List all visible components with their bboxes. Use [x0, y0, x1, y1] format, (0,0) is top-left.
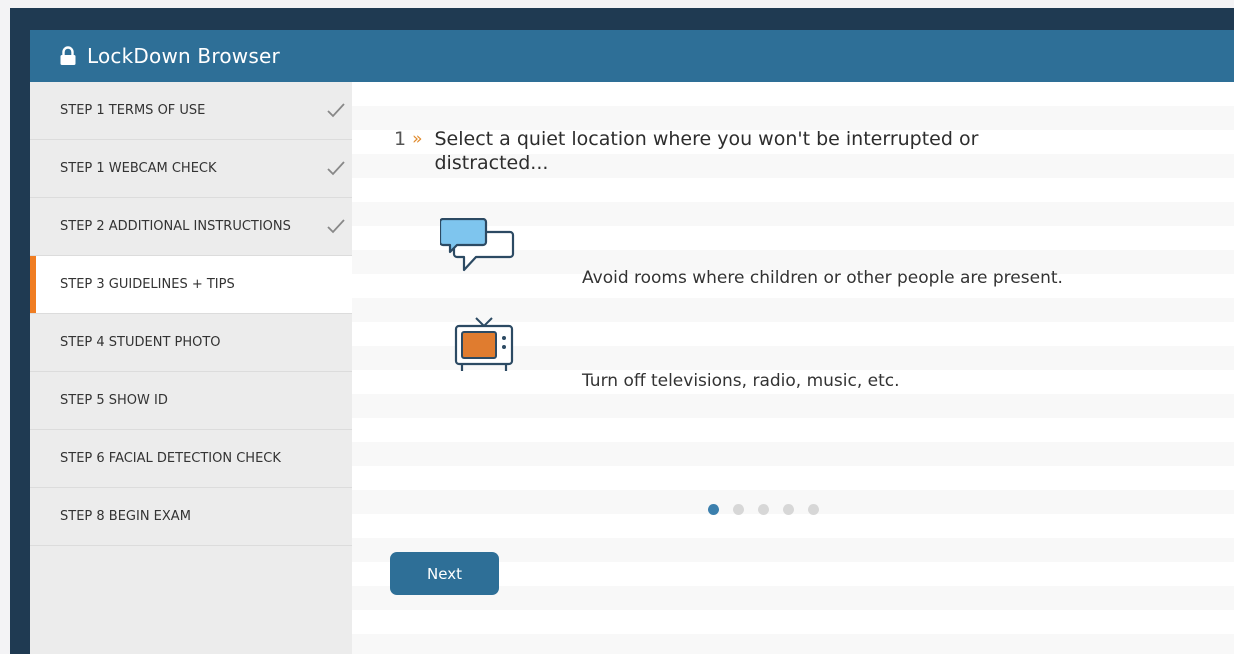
- sidebar-item-webcam-check[interactable]: STEP 1 WEBCAM CHECK: [30, 140, 352, 198]
- sidebar-item-terms-of-use[interactable]: STEP 1 TERMS OF USE: [30, 82, 352, 140]
- lock-icon: [60, 46, 76, 65]
- next-button[interactable]: Next: [390, 552, 499, 595]
- title-bar: LockDown Browser: [30, 30, 1234, 82]
- checkmark-icon: [327, 219, 345, 234]
- sidebar-item-label: STEP 1 WEBCAM CHECK: [60, 161, 217, 176]
- television-icon: [454, 317, 514, 371]
- sidebar-item-show-id[interactable]: STEP 5 SHOW ID: [30, 372, 352, 430]
- instruction-number: 1: [394, 128, 407, 150]
- checkmark-icon: [327, 103, 345, 118]
- lockdown-browser-window: LockDown Browser STEP 1 TERMS OF USE STE…: [30, 30, 1234, 654]
- pagination-dot-4[interactable]: [783, 504, 794, 515]
- steps-sidebar: STEP 1 TERMS OF USE STEP 1 WEBCAM CHECK …: [30, 82, 352, 654]
- carousel-pagination: [708, 504, 833, 515]
- sidebar-item-label: STEP 2 ADDITIONAL INSTRUCTIONS: [60, 219, 291, 234]
- sidebar-item-label: STEP 8 BEGIN EXAM: [60, 509, 191, 524]
- tip-text: Turn off televisions, radio, music, etc.: [582, 371, 900, 391]
- sidebar-item-label: STEP 4 STUDENT PHOTO: [60, 335, 221, 350]
- sidebar-item-label: STEP 1 TERMS OF USE: [60, 103, 206, 118]
- chat-bubbles-icon: [440, 218, 515, 272]
- pagination-dot-5[interactable]: [808, 504, 819, 515]
- main-content: 1 » Select a quiet location where you wo…: [352, 82, 1234, 654]
- pagination-dot-1[interactable]: [708, 504, 719, 515]
- sidebar-item-label: STEP 3 GUIDELINES + TIPS: [60, 277, 235, 292]
- pagination-dot-3[interactable]: [758, 504, 769, 515]
- instruction-text: Select a quiet location where you won't …: [434, 128, 979, 174]
- sidebar-item-label: STEP 6 FACIAL DETECTION CHECK: [60, 451, 281, 466]
- pagination-dot-2[interactable]: [733, 504, 744, 515]
- sidebar-item-guidelines-tips[interactable]: STEP 3 GUIDELINES + TIPS: [30, 256, 352, 314]
- instruction-heading: 1 » Select a quiet location where you wo…: [394, 127, 1054, 175]
- active-step-indicator: [30, 256, 36, 313]
- sidebar-item-facial-detection-check[interactable]: STEP 6 FACIAL DETECTION CHECK: [30, 430, 352, 488]
- sidebar-item-additional-instructions[interactable]: STEP 2 ADDITIONAL INSTRUCTIONS: [30, 198, 352, 256]
- sidebar-item-begin-exam[interactable]: STEP 8 BEGIN EXAM: [30, 488, 352, 546]
- sidebar-item-label: STEP 5 SHOW ID: [60, 393, 168, 408]
- checkmark-icon: [327, 161, 345, 176]
- sidebar-item-student-photo[interactable]: STEP 4 STUDENT PHOTO: [30, 314, 352, 372]
- tip-text: Avoid rooms where children or other peop…: [582, 268, 1063, 288]
- double-chevron-icon: »: [412, 129, 423, 149]
- app-title: LockDown Browser: [87, 44, 280, 68]
